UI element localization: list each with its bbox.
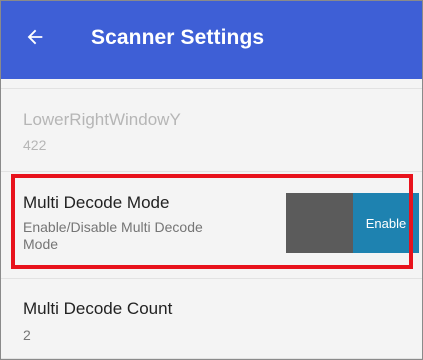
setting-description: Enable/Disable Multi Decode: [23, 219, 203, 235]
back-button[interactable]: [17, 19, 53, 55]
toggle-off-segment: [286, 193, 353, 253]
setting-value: 422: [23, 137, 47, 153]
setting-row-multi-decode-count[interactable]: Multi Decode Count 2: [1, 279, 422, 359]
setting-description-continued: Mode: [23, 236, 59, 252]
setting-title: LowerRightWindowY: [23, 110, 181, 129]
setting-value: 2: [23, 327, 31, 343]
app-bar: Scanner Settings: [1, 1, 422, 79]
page-title: Scanner Settings: [91, 26, 265, 49]
setting-row-lower-right-window-y[interactable]: LowerRightWindowY 422: [1, 89, 422, 171]
setting-title: Multi Decode Mode: [23, 193, 170, 212]
divider: [1, 358, 422, 359]
setting-title: Multi Decode Count: [23, 299, 173, 318]
toggle-enable-label: Enable: [353, 193, 419, 253]
multi-decode-mode-toggle[interactable]: Enable: [286, 193, 419, 253]
screen: Scanner Settings LowerRightWindowY 422 M…: [0, 0, 423, 360]
settings-list: LowerRightWindowY 422 Multi Decode Mode …: [1, 79, 422, 359]
arrow-left-icon: [27, 29, 43, 45]
